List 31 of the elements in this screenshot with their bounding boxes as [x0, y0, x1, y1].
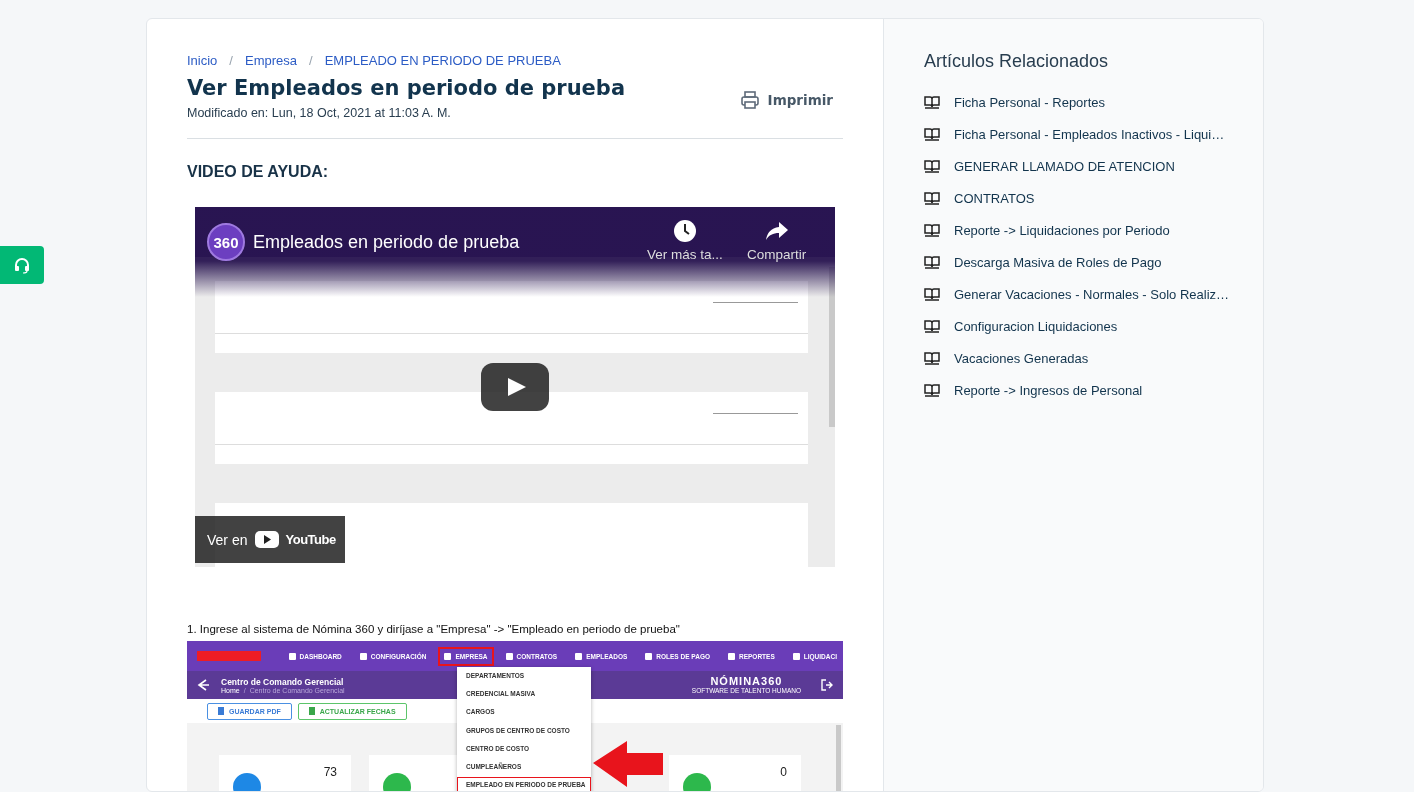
section-heading: VIDEO DE AYUDA:: [187, 163, 330, 181]
breadcrumb-separator: /: [309, 53, 313, 68]
related-article-link[interactable]: Reporte -> Liquidaciones por Periodo: [924, 214, 1230, 246]
app-logo: NÓMINA360: [709, 676, 784, 687]
related-article-link[interactable]: Ficha Personal - Empleados Inactivos - Liqui…: [924, 118, 1230, 150]
watch-on-youtube-button[interactable]: Ver en YouTube: [195, 516, 345, 563]
related-article-link[interactable]: Ficha Personal - Reportes: [924, 86, 1230, 118]
related-article-link[interactable]: Generar Vacaciones - Normales - Solo Realiz…: [924, 278, 1230, 310]
related-article-link[interactable]: Descarga Masiva de Roles de Pago: [924, 246, 1230, 278]
modified-date: Modificado en: Lun, 18 Oct, 2021 at 11:03 A. M.: [187, 106, 452, 120]
platform-name: YouTube: [285, 532, 336, 547]
print-button[interactable]: Imprimir: [739, 88, 843, 112]
related-article-link[interactable]: CONTRATOS: [924, 182, 1230, 214]
stat-value: 73: [323, 765, 337, 781]
watch-later-label[interactable]: Ver más ta...: [647, 247, 723, 262]
breadcrumb-separator: /: [229, 53, 233, 68]
stat-value: 0: [780, 765, 787, 781]
app-page-title: Centro de Comando Gerencial: [221, 676, 344, 687]
related-article-link[interactable]: Vacaciones Generadas: [924, 342, 1230, 374]
breadcrumb-link[interactable]: Empresa: [245, 53, 297, 68]
step-text: 1. Ingrese al sistema de Nómina 360 y diríjase a "Empresa" -> "Empleado en periodo de prueba": [187, 623, 681, 635]
video-title[interactable]: Empleados en periodo de prueba: [253, 231, 520, 253]
share-label[interactable]: Compartir: [747, 247, 807, 262]
related-article-link[interactable]: GENERAR LLAMADO DE ATENCION: [924, 150, 1230, 182]
breadcrumb-link[interactable]: Inicio: [187, 53, 218, 68]
article-title: Ver Empleados en periodo de prueba: [187, 76, 626, 100]
breadcrumb-link[interactable]: EMPLEADO EN PERIODO DE PRUEBA: [324, 53, 561, 68]
related-article-link[interactable]: Reporte -> Ingresos de Personal: [924, 374, 1230, 406]
related-articles-title: Artículos Relacionados: [924, 51, 1110, 72]
watch-on-label: Ver en: [207, 531, 248, 548]
related-article-link[interactable]: Configuracion Liquidaciones: [924, 310, 1230, 342]
